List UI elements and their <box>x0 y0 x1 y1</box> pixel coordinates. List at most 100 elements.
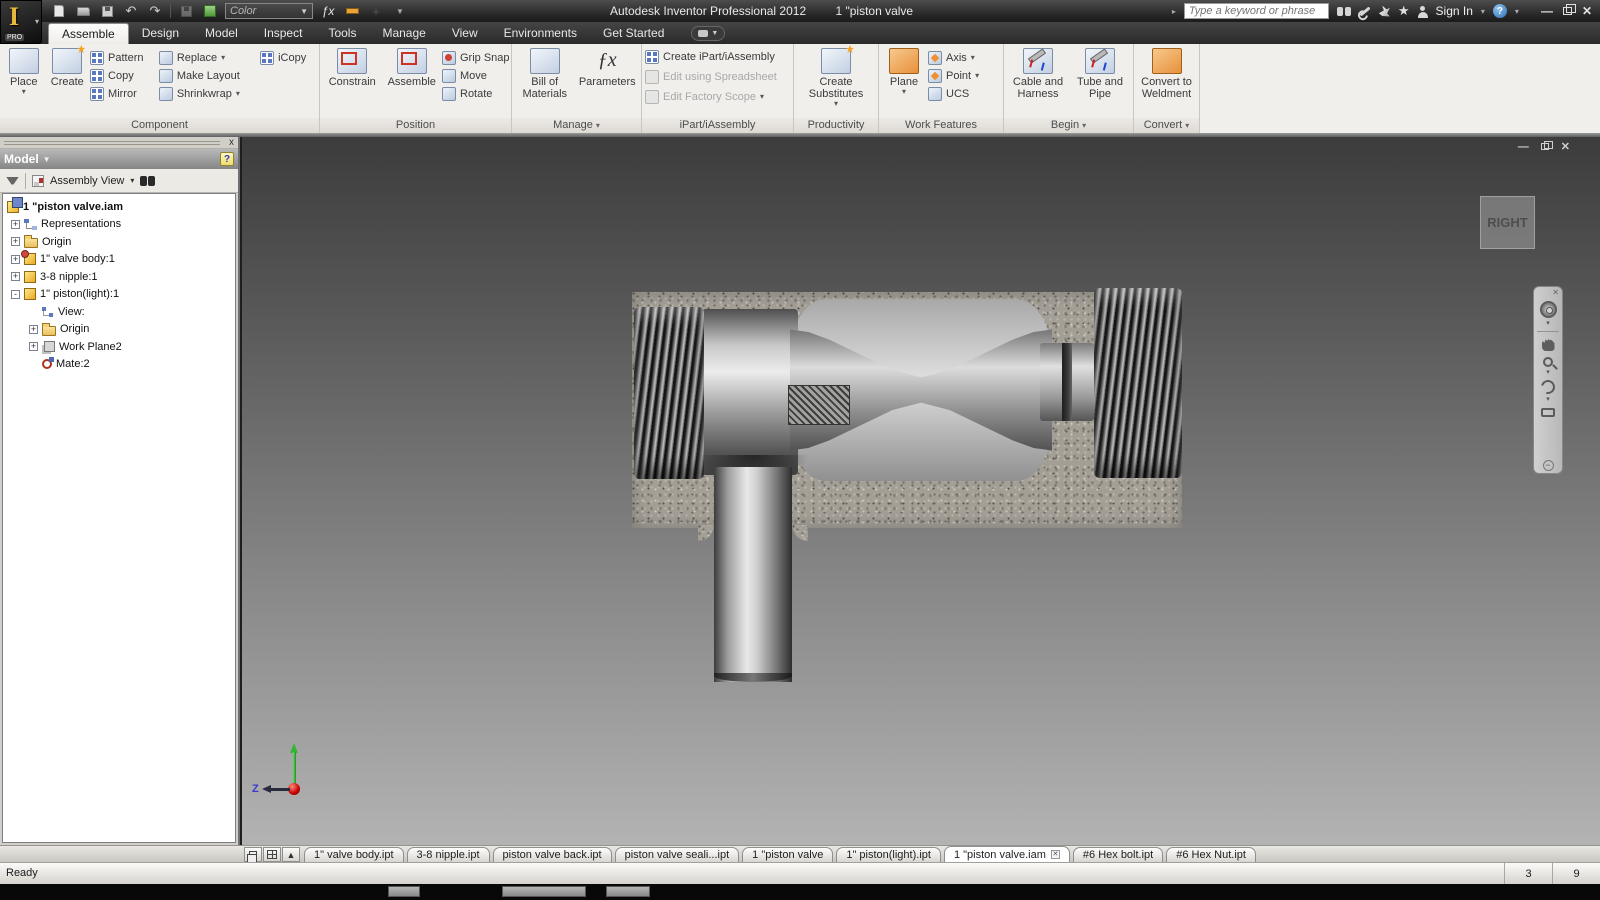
browser-help-button[interactable]: ? <box>220 152 234 166</box>
doc-tab-piston-light[interactable]: 1" piston(light).ipt <box>836 847 941 862</box>
create-substitutes-button[interactable]: Create Substitutes ▾ <box>801 46 871 118</box>
viewport-3d[interactable]: — ✕ RIGHT ✕ ▾ ▾ ▾ <box>242 137 1600 845</box>
tab-inspect[interactable]: Inspect <box>251 23 316 44</box>
collapse-navbar-icon[interactable]: − <box>1543 460 1554 471</box>
tab-environments[interactable]: Environments <box>491 23 590 44</box>
cascade-windows-button[interactable] <box>244 847 262 862</box>
panel-label-ipart[interactable]: iPart/iAssembly <box>642 118 793 133</box>
expand-toggle[interactable]: + <box>11 272 20 281</box>
copy-button[interactable]: Copy <box>90 67 157 85</box>
help-button[interactable]: ? <box>1493 4 1507 18</box>
tab-tools[interactable]: Tools <box>315 23 369 44</box>
tree-item-piston-origin[interactable]: + Origin <box>3 321 235 339</box>
doc-tab-valve-seal[interactable]: piston valve seali...ipt <box>615 847 740 862</box>
filter-funnel-icon[interactable] <box>6 177 19 185</box>
search-button[interactable] <box>1337 7 1351 16</box>
parameters-quick-button[interactable]: ƒx <box>319 3 337 19</box>
pan-hand-icon[interactable] <box>1542 339 1555 351</box>
tube-pipe-button[interactable]: Tube and Pipe <box>1071 46 1129 118</box>
tree-item-root[interactable]: 1 "piston valve.iam <box>3 198 235 216</box>
tree-item-nipple[interactable]: + 3-8 nipple:1 <box>3 268 235 286</box>
panel-label-begin[interactable]: Begin▾ <box>1004 118 1133 133</box>
restore-button[interactable] <box>1563 7 1572 15</box>
expand-toggle[interactable]: + <box>29 342 38 351</box>
tab-get-started[interactable]: Get Started <box>590 23 677 44</box>
update-button[interactable] <box>177 3 195 19</box>
taskbar-item[interactable] <box>388 886 420 897</box>
place-button[interactable]: Place ▾ <box>3 46 45 118</box>
view-cube[interactable]: RIGHT <box>1480 196 1535 249</box>
view-mode-dropdown[interactable]: Assembly View <box>50 175 124 187</box>
icopy-button[interactable]: iCopy <box>260 49 316 67</box>
move-button[interactable]: Move <box>442 67 508 85</box>
close-icon[interactable]: ✕ <box>1051 850 1060 859</box>
constrain-button[interactable]: Constrain <box>323 46 381 118</box>
close-icon[interactable]: x <box>229 137 234 148</box>
parameters-button[interactable]: ƒx Parameters <box>577 46 638 118</box>
close-button[interactable]: ✕ <box>1582 4 1592 18</box>
assemble-button[interactable]: Assemble <box>383 46 440 118</box>
point-button[interactable]: Point▾ <box>928 67 998 85</box>
customize-qat-button[interactable]: ▼ <box>391 3 409 19</box>
communication-center-button[interactable] <box>1379 6 1390 17</box>
new-file-button[interactable] <box>50 3 68 19</box>
replace-button[interactable]: Replace▾ <box>159 49 258 67</box>
grip-snap-button[interactable]: Grip Snap <box>442 49 508 67</box>
tile-windows-button[interactable] <box>263 847 281 862</box>
make-layout-button[interactable]: Make Layout <box>159 67 258 85</box>
create-button[interactable]: Create <box>47 46 89 118</box>
panel-label-convert[interactable]: Convert▾ <box>1134 118 1199 133</box>
undo-button[interactable]: ↶ <box>122 3 140 19</box>
select-button[interactable] <box>201 3 219 19</box>
save-button[interactable] <box>98 3 116 19</box>
tree-item-work-plane[interactable]: + Work Plane2 <box>3 338 235 356</box>
close-icon[interactable]: ✕ <box>1552 289 1559 297</box>
browser-grip-bar[interactable]: x <box>0 137 238 149</box>
subscription-button[interactable] <box>1359 10 1371 13</box>
edit-spreadsheet-button[interactable]: Edit using Spreadsheet <box>645 68 790 86</box>
tree-item-view[interactable]: View: <box>3 303 235 321</box>
cable-harness-button[interactable]: Cable and Harness <box>1007 46 1069 118</box>
doc-tab-piston-valve[interactable]: 1 "piston valve <box>742 847 833 862</box>
doc-restore-button[interactable] <box>1541 143 1549 150</box>
steering-wheel-icon[interactable] <box>1540 301 1557 318</box>
edit-factory-scope-button[interactable]: Edit Factory Scope▾ <box>645 88 790 106</box>
find-binoculars-icon[interactable] <box>140 176 155 186</box>
expand-toggle[interactable]: + <box>11 237 20 246</box>
redo-button[interactable]: ↷ <box>146 3 164 19</box>
add-tool-button[interactable]: + <box>367 3 385 19</box>
taskbar-item[interactable] <box>606 886 650 897</box>
doc-tab-hex-bolt[interactable]: #6 Hex bolt.ipt <box>1073 847 1163 862</box>
expand-tabs-button[interactable]: ▲ <box>282 847 300 862</box>
bill-of-materials-button[interactable]: Bill of Materials <box>515 46 575 118</box>
chevron-down-icon[interactable]: ▾ <box>1546 320 1550 328</box>
chevron-down-icon[interactable]: ▾ <box>1546 369 1550 377</box>
doc-tab-piston-valve-iam[interactable]: 1 "piston valve.iam ✕ <box>944 846 1070 862</box>
expand-toggle[interactable]: - <box>11 290 20 299</box>
mirror-button[interactable]: Mirror <box>90 85 157 103</box>
panel-label-productivity[interactable]: Productivity <box>794 118 878 133</box>
tab-design[interactable]: Design <box>129 23 192 44</box>
shrinkwrap-button[interactable]: Shrinkwrap▾ <box>159 85 258 103</box>
chevron-down-icon[interactable]: ▾ <box>1546 396 1550 404</box>
view-cube-face[interactable]: RIGHT <box>1489 208 1526 238</box>
taskbar-item[interactable] <box>502 886 586 897</box>
doc-minimize-button[interactable]: — <box>1518 141 1529 153</box>
application-menu-button[interactable]: I PRO ▾ <box>0 0 42 44</box>
minimize-button[interactable]: — <box>1541 4 1553 18</box>
doc-tab-nipple[interactable]: 3-8 nipple.ipt <box>407 847 490 862</box>
tree-item-valve-body[interactable]: + 1" valve body:1 <box>3 251 235 269</box>
tab-assemble[interactable]: Assemble <box>48 23 129 44</box>
panel-label-work-features[interactable]: Work Features <box>879 118 1003 133</box>
tab-manage[interactable]: Manage <box>369 23 438 44</box>
panel-label-manage[interactable]: Manage▾ <box>512 118 641 133</box>
tree-item-piston[interactable]: - 1" piston(light):1 <box>3 286 235 304</box>
plane-button[interactable]: Plane ▾ <box>882 46 926 118</box>
doc-tab-valve-back[interactable]: piston valve back.ipt <box>493 847 612 862</box>
ucs-button[interactable]: UCS <box>928 85 998 103</box>
panel-label-position[interactable]: Position <box>320 118 511 133</box>
tree-item-mate[interactable]: Mate:2 <box>3 356 235 374</box>
convert-weldment-button[interactable]: Convert to Weldment <box>1137 46 1196 118</box>
rotate-button[interactable]: Rotate <box>442 85 508 103</box>
axis-button[interactable]: Axis▾ <box>928 49 998 67</box>
